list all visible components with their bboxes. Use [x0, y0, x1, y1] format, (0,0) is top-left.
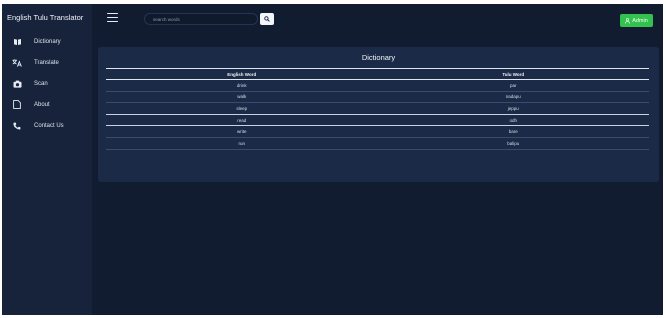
dictionary-table: English Word Tulu Word drink par walk na… [106, 68, 649, 150]
table-row: walk nadapu [106, 92, 649, 104]
search-button[interactable] [260, 13, 274, 25]
table-row: sleep jeppu [106, 103, 649, 115]
english-word-cell: read [237, 117, 247, 123]
english-word-cell: sleep [236, 105, 248, 111]
translate-icon [10, 58, 24, 67]
top-bar: Admin [92, 4, 663, 34]
table-row: read odh [106, 115, 649, 127]
camera-icon [10, 80, 24, 88]
phone-icon [10, 122, 24, 130]
card-title: Dictionary [361, 53, 396, 62]
sidebar-item-label: Dictionary [34, 38, 61, 45]
tulu-word-cell: balipu [507, 140, 520, 146]
tulu-word-cell: par [509, 82, 517, 88]
column-header-english: English Word [227, 71, 257, 77]
sidebar-item-contact-us[interactable]: Contact Us [2, 115, 92, 136]
english-word-cell: write [236, 129, 247, 135]
tulu-word-cell: bare [508, 129, 518, 135]
sidebar-item-label: Contact Us [34, 122, 64, 129]
sidebar-item-label: About [34, 101, 50, 108]
english-word-cell: drink [236, 82, 247, 88]
app-window: English Tulu Translator Dictionary Trans… [2, 4, 663, 315]
search-input[interactable] [144, 13, 258, 25]
book-icon [10, 38, 24, 46]
tulu-word-cell: odh [509, 117, 517, 123]
sidebar-item-dictionary[interactable]: Dictionary [2, 31, 92, 52]
tulu-word-cell: nadapu [505, 94, 521, 100]
user-icon [625, 17, 631, 24]
hamburger-icon[interactable] [107, 13, 118, 22]
sidebar-item-about[interactable]: About [2, 94, 92, 115]
sidebar-item-label: Translate [34, 59, 59, 66]
english-word-cell: walk [237, 94, 247, 100]
admin-label: Admin [632, 17, 648, 24]
search-icon [264, 16, 270, 22]
sidebar-item-translate[interactable]: Translate [2, 52, 92, 73]
dictionary-card: Dictionary English Word Tulu Word drink … [98, 47, 659, 182]
table-row: write bare [106, 126, 649, 138]
table-row: drink par [106, 80, 649, 92]
sidebar: English Tulu Translator Dictionary Trans… [2, 4, 92, 315]
sidebar-item-label: Scan [34, 80, 48, 87]
file-icon [10, 100, 24, 109]
column-header-tulu: Tulu Word [502, 71, 525, 77]
admin-button[interactable]: Admin [620, 14, 653, 27]
tulu-word-cell: jeppu [507, 105, 519, 111]
sidebar-item-scan[interactable]: Scan [2, 73, 92, 94]
table-header-row: English Word Tulu Word [106, 68, 649, 80]
table-row: run balipu [106, 138, 649, 150]
main-content: Admin Dictionary English Word Tulu Word … [92, 4, 663, 315]
english-word-cell: run [238, 140, 245, 146]
app-brand[interactable]: English Tulu Translator [2, 4, 92, 31]
